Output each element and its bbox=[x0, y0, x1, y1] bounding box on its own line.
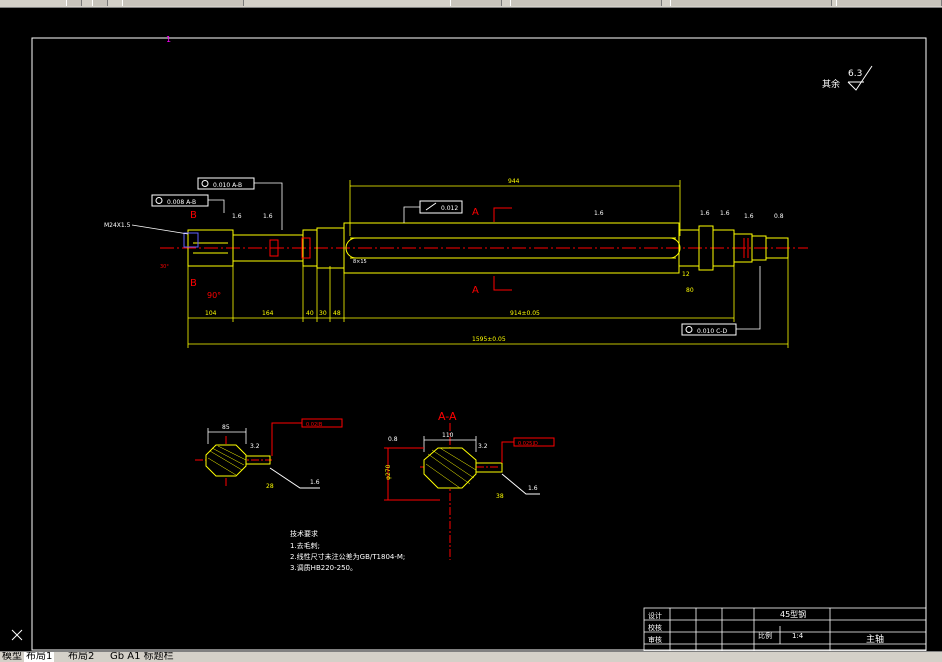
tech-req-title: 技术要求 bbox=[290, 529, 318, 538]
thread-hatch bbox=[183, 232, 199, 248]
dims-bottom-text: 104 164 40 30 48 914±0.05 1595±0.05 12 8… bbox=[205, 271, 694, 343]
section-a-top: A bbox=[472, 207, 479, 218]
svg-text:0.025|D: 0.025|D bbox=[518, 441, 538, 447]
gdt-runout-3: 0.010 C-D bbox=[681, 266, 761, 336]
svg-text:1.6: 1.6 bbox=[744, 213, 754, 220]
section-a-bottom: A bbox=[472, 285, 479, 296]
dim-944 bbox=[349, 180, 681, 236]
svg-text:0.8: 0.8 bbox=[388, 436, 398, 443]
tech-req-line3: 3.调质HB220-250。 bbox=[290, 563, 357, 572]
frame-marker: 1 bbox=[166, 35, 171, 44]
svg-text:1.6: 1.6 bbox=[310, 479, 320, 486]
svg-text:比例: 比例 bbox=[758, 631, 772, 640]
section-left: 85 3.2 0.02|B 28 1.6 bbox=[195, 418, 343, 490]
marker-b-bottom: B bbox=[190, 278, 197, 289]
section-a-top-arrow bbox=[493, 207, 512, 222]
svg-text:0.02|B: 0.02|B bbox=[306, 422, 323, 428]
layout-tab-bar: 模型 布局1 布局2 Gb A1 标题栏 bbox=[0, 651, 942, 662]
svg-text:164: 164 bbox=[262, 310, 274, 317]
svg-text:1.6: 1.6 bbox=[720, 210, 730, 217]
svg-text:0.012: 0.012 bbox=[441, 205, 458, 212]
svg-text:校核: 校核 bbox=[648, 623, 662, 632]
svg-text:0.010 A-B: 0.010 A-B bbox=[213, 182, 242, 189]
svg-text:3.2: 3.2 bbox=[478, 443, 488, 450]
roughness-value: 6.3 bbox=[848, 69, 862, 79]
svg-text:0.8: 0.8 bbox=[774, 213, 784, 220]
svg-text:主轴: 主轴 bbox=[866, 633, 884, 645]
properties-icon[interactable] bbox=[66, 0, 82, 6]
svg-text:0.008 A-B: 0.008 A-B bbox=[167, 199, 196, 206]
svg-text:设计: 设计 bbox=[648, 611, 662, 620]
roughness-marks: 1.6 1.6 1.6 1.6 1.6 1.6 0.8 bbox=[232, 210, 784, 220]
svg-text:1:4: 1:4 bbox=[792, 632, 804, 640]
svg-text:38: 38 bbox=[496, 493, 504, 500]
gdt-runout-2: 0.008 A-B bbox=[151, 194, 225, 213]
svg-text:914±0.05: 914±0.05 bbox=[510, 310, 540, 317]
tech-requirements: 技术要求 1.去毛刺; 2.线性尺寸未注公差为GB/T1804-M; 3.调质H… bbox=[290, 529, 405, 572]
linetype-dropdown[interactable] bbox=[510, 0, 662, 6]
svg-text:110: 110 bbox=[442, 432, 454, 439]
svg-text:3.2: 3.2 bbox=[250, 443, 260, 450]
thread-label: M24X1.5 bbox=[104, 222, 131, 229]
tech-req-line2: 2.线性尺寸未注公差为GB/T1804-M; bbox=[290, 552, 405, 561]
svg-text:审核: 审核 bbox=[648, 635, 662, 644]
tech-req-line1: 1.去毛刺; bbox=[290, 541, 320, 550]
svg-text:48: 48 bbox=[333, 310, 341, 317]
gdt-flatness: 0.012 bbox=[403, 200, 463, 223]
dim-944-text: 944 bbox=[508, 178, 520, 185]
ucs-icon bbox=[11, 629, 23, 641]
svg-text:1.6: 1.6 bbox=[528, 485, 538, 492]
svg-text:40: 40 bbox=[306, 310, 314, 317]
svg-text:1.6: 1.6 bbox=[263, 213, 273, 220]
marker-b-top: B bbox=[190, 210, 197, 221]
svg-text:80: 80 bbox=[686, 287, 694, 294]
layer-dropdown[interactable] bbox=[122, 0, 244, 6]
keyway-label: 8×15 bbox=[353, 259, 367, 265]
title-block-text: 设计 校核 审核 45型钢 比例 1:4 主轴 bbox=[648, 609, 884, 645]
thread-leader bbox=[131, 224, 189, 235]
drawing-canvas[interactable]: 1 其余 6.3 M24X1.5 30° B B 90° 0.010 A-B 0… bbox=[0, 8, 942, 651]
section-title: A-A bbox=[438, 410, 457, 423]
svg-text:104: 104 bbox=[205, 310, 217, 317]
layer-icon[interactable] bbox=[92, 0, 108, 6]
svg-text:28: 28 bbox=[266, 483, 274, 490]
svg-text:1.6: 1.6 bbox=[594, 210, 604, 217]
svg-text:1.6: 1.6 bbox=[232, 213, 242, 220]
roughness-note: 其余 bbox=[822, 78, 840, 90]
section-a-bottom-arrow bbox=[493, 276, 512, 291]
plotstyle-dropdown[interactable] bbox=[836, 0, 942, 6]
svg-text:12: 12 bbox=[682, 271, 690, 278]
angle-90: 90° bbox=[207, 291, 221, 300]
svg-text:1.6: 1.6 bbox=[700, 210, 710, 217]
toolbar bbox=[0, 0, 942, 8]
svg-text:85: 85 bbox=[222, 424, 230, 431]
svg-text:45型钢: 45型钢 bbox=[780, 609, 806, 619]
svg-text:φ270: φ270 bbox=[385, 464, 392, 480]
lineweight-dropdown[interactable] bbox=[670, 0, 832, 6]
section-a-a: A-A 110 φ270 0.8 3.2 0.025|D 38 1.6 bbox=[384, 410, 555, 560]
gdt-runout-1: 0.010 A-B bbox=[197, 177, 283, 230]
color-icon[interactable] bbox=[450, 0, 502, 6]
svg-text:30: 30 bbox=[319, 310, 327, 317]
svg-text:0.010 C-D: 0.010 C-D bbox=[697, 328, 727, 335]
angle-small: 30° bbox=[160, 264, 169, 270]
svg-text:1595±0.05: 1595±0.05 bbox=[472, 336, 506, 343]
